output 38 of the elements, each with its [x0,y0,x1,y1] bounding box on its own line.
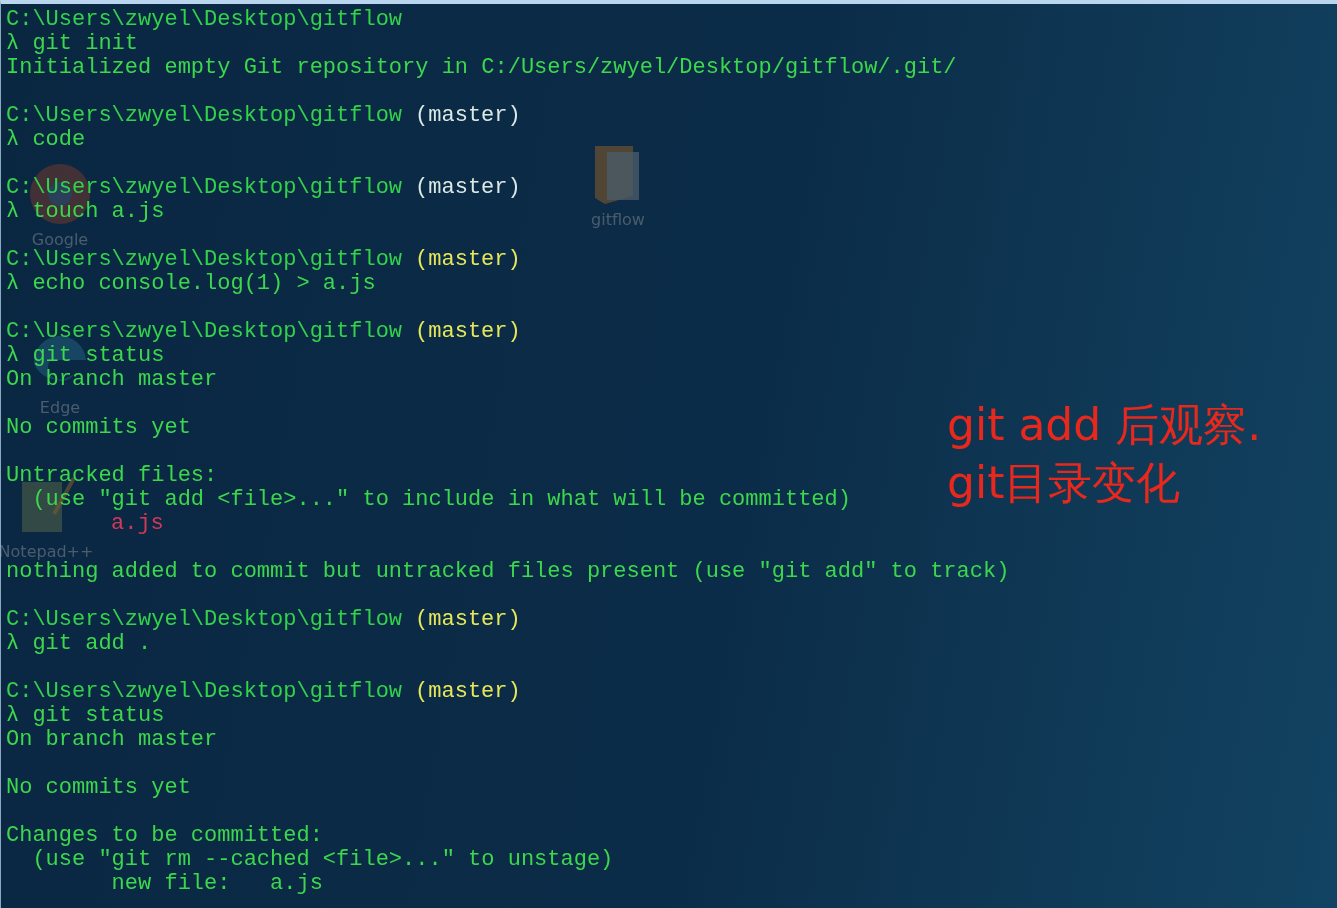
prompt-path: C:\Users\zwyel\Desktop\gitflow [6,248,403,272]
output-line: Initialized empty Git repository in C:/Users/zwyel/Desktop/gitflow/.git/ [6,56,957,80]
desktop-icon-label: gitflow [591,209,645,231]
output-line: Changes to be committed: [6,824,323,848]
output-line: (use "git rm --cached <file>..." to unstage) [31,848,614,872]
prompt-path: C:\Users\zwyel\Desktop\gitflow [6,104,403,128]
untracked-file: a.js [111,512,164,536]
output-line: (use "git add <file>..." to include in what will be committed) [31,488,851,512]
command-line: λ git status [6,704,165,728]
prompt-path: C:\Users\zwyel\Desktop\gitflow [6,176,403,200]
command-line: λ git init [6,32,139,56]
branch-name: (master) [415,680,521,704]
branch-name: (master) [415,104,521,128]
command-line: λ git add . [6,632,152,656]
command-line: λ echo console.log(1) > a.js [6,272,376,296]
desktop-icon-label: Notepad++ [1,541,94,561]
annotation-text: git add 后观察. [947,398,1262,452]
branch-name: (master) [415,320,521,344]
prompt-path: C:\Users\zwyel\Desktop\gitflow [6,680,403,704]
branch-name: (master) [415,176,521,200]
desktop-icon-label: Google [31,229,89,249]
output-line: On branch master [6,728,218,752]
command-line: λ git status [6,344,165,368]
desktop-icon-label: Edge [39,397,81,417]
output-line: new file: a.js [110,872,323,896]
branch-name: (master) [415,248,521,272]
output-line: nothing added to commit but untracked files present (use "git add" to track) [6,560,1010,584]
command-line: λ code [6,128,86,152]
annotation-text: git目录变化 [947,456,1182,510]
prompt-path: C:\Users\zwyel\Desktop\gitflow [6,320,403,344]
output-line: Untracked files: [6,464,218,488]
output-line: No commits yet [6,776,191,800]
prompt-path: C:\Users\zwyel\Desktop\gitflow [6,8,403,32]
output-line: No commits yet [6,416,191,440]
output-line: On branch master [6,368,218,392]
command-line: λ touch a.js [6,200,165,224]
branch-name: (master) [415,608,521,632]
prompt-path: C:\Users\zwyel\Desktop\gitflow [6,608,403,632]
